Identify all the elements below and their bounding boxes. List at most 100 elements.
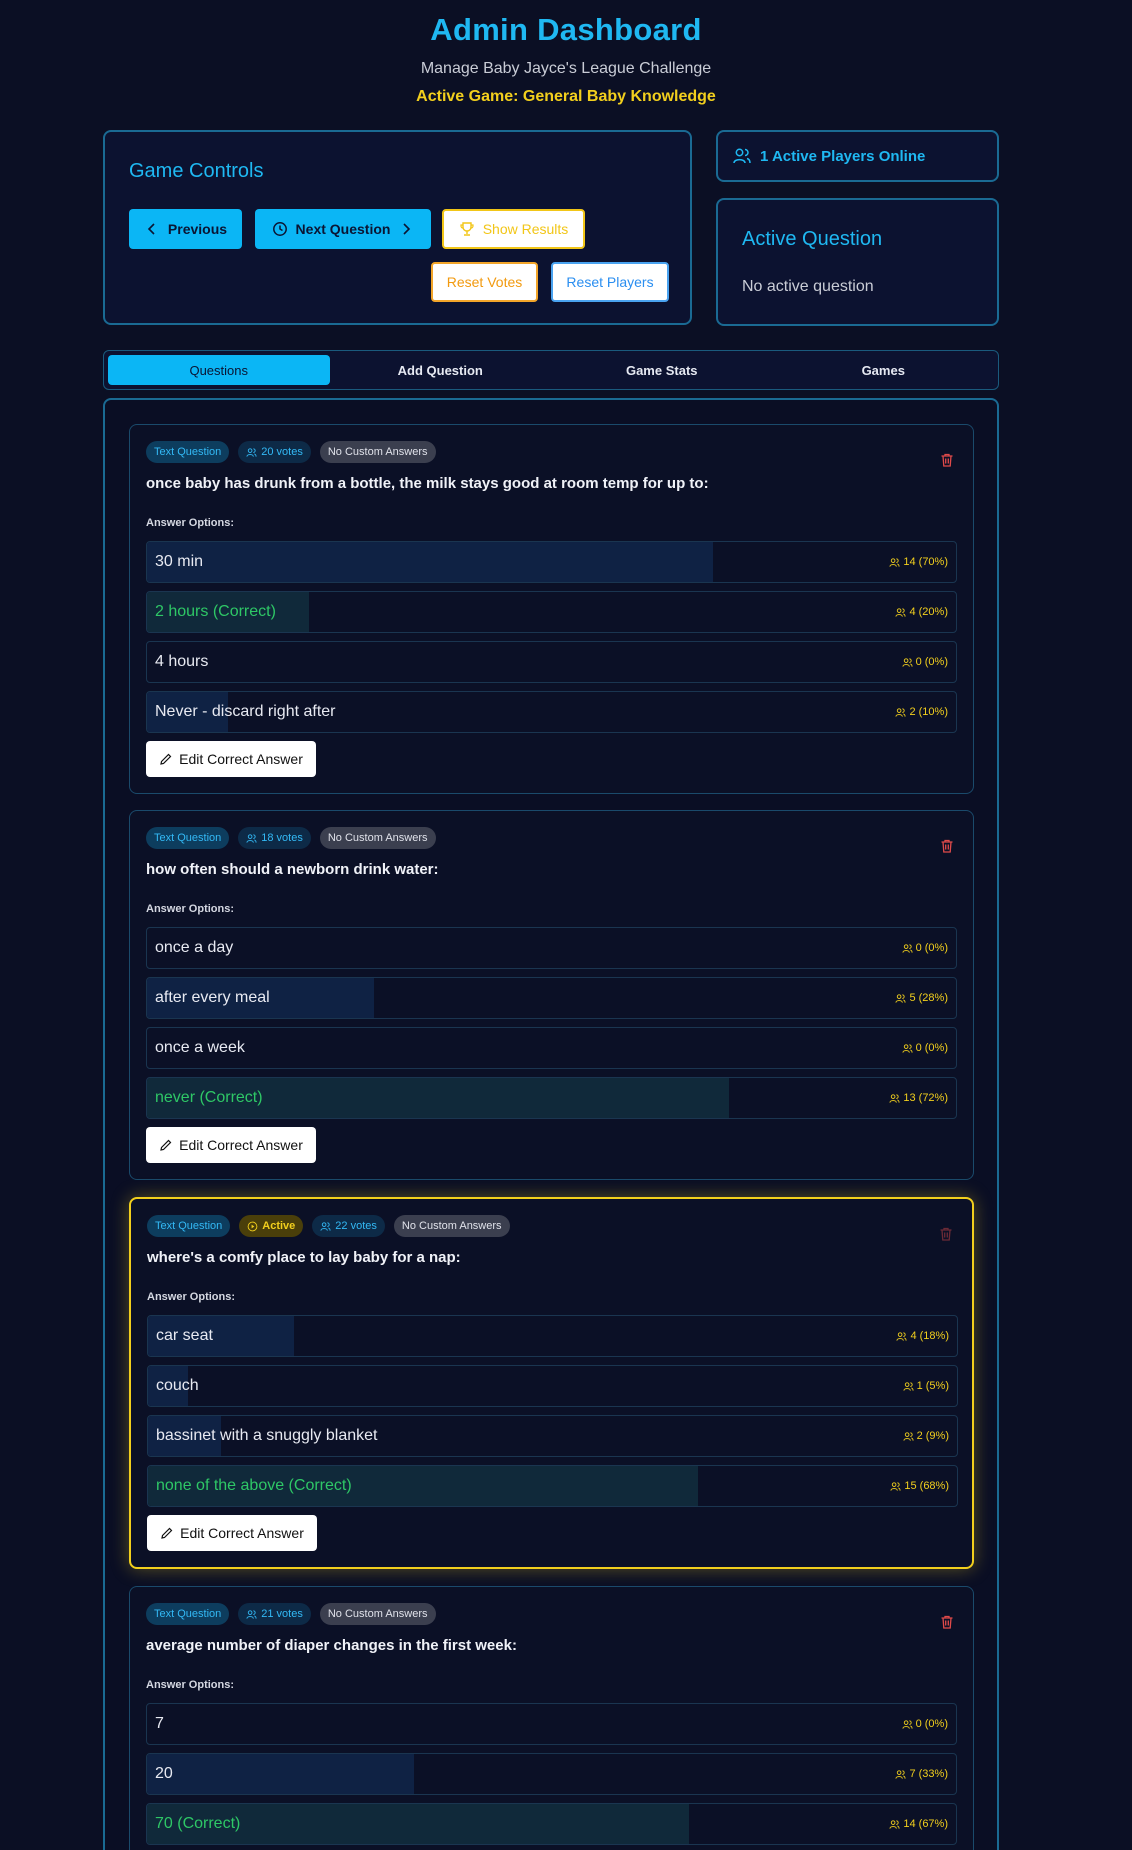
answer-option: once a week 0 (0%) [146, 1027, 957, 1069]
vote-count: 0 (0%) [902, 1704, 948, 1744]
edit-correct-answer-button[interactable]: Edit Correct Answer [146, 1127, 316, 1163]
game-controls-card: Game Controls Previous Next Question Sho… [103, 130, 692, 325]
answer-option-label: none of the above (Correct) [156, 1477, 352, 1494]
votes-count: 18 votes [261, 832, 303, 844]
answer-options-label: Answer Options: [147, 1291, 236, 1303]
answer-options-label: Answer Options: [146, 903, 235, 915]
users-icon [902, 1719, 913, 1729]
answer-option-label: 30 min [155, 553, 204, 570]
active-game-label: Active Game: General Baby Knowledge [416, 88, 716, 105]
vote-count-text: 2 (9%) [916, 1430, 949, 1442]
vote-count: 7 (33%) [895, 1754, 948, 1794]
users-icon [902, 943, 913, 953]
question-type-badge: Text Question [147, 1215, 231, 1237]
top-row: Game Controls Previous Next Question Sho… [103, 130, 999, 326]
tab-game-stats[interactable]: Game Stats [551, 355, 773, 385]
vote-count: 13 (72%) [889, 1078, 948, 1118]
previous-button[interactable]: Previous [129, 209, 242, 249]
question-badges: Text Question Active 22 votes No Custom … [147, 1215, 510, 1237]
trash-icon[interactable] [939, 838, 955, 854]
vote-count: 1 (5%) [903, 1366, 949, 1406]
votes-badge: 21 votes [238, 1603, 311, 1625]
users-icon [903, 1381, 914, 1391]
question-card-active: Text Question Active 22 votes No Custom … [129, 1197, 974, 1569]
chevron-left-icon [147, 223, 155, 235]
show-results-button[interactable]: Show Results [442, 209, 585, 249]
question-card: Text Question 18 votes No Custom Answers… [129, 810, 974, 1180]
trash-icon[interactable] [939, 1614, 955, 1630]
tab-add-question[interactable]: Add Question [330, 355, 552, 385]
edit-correct-answer-label: Edit Correct Answer [179, 1137, 303, 1153]
users-icon [896, 1331, 908, 1341]
pencil-icon [160, 753, 172, 765]
users-icon [890, 1481, 901, 1491]
tab-games[interactable]: Games [773, 355, 995, 385]
trophy-icon [460, 222, 474, 236]
question-type-badge: Text Question [146, 827, 230, 849]
question-badges: Text Question 18 votes No Custom Answers [146, 827, 436, 849]
answer-options: once a day 0 (0%) after every meal 5 (28%) o… [146, 927, 957, 1127]
users-icon [895, 1769, 907, 1779]
question-text: once baby has drunk from a bottle, the m… [146, 475, 709, 492]
active-question-text: No active question [742, 278, 874, 295]
answer-option-label: Never - discard right after [155, 703, 336, 720]
tab-bar: Questions Add Question Game Stats Games [103, 350, 999, 390]
questions-panel: Text Question 20 votes No Custom Answers… [103, 398, 999, 1850]
answer-option-label: 4 hours [155, 653, 209, 670]
vote-share-bar [147, 542, 714, 582]
active-question-card: Active Question No active question [716, 198, 999, 326]
active-question-title: Active Question [742, 228, 883, 250]
answer-options: car seat 4 (18%) couch 1 (5%) bassinet with … [147, 1315, 958, 1515]
active-badge: Active [239, 1215, 304, 1237]
answer-options-label: Answer Options: [146, 1679, 235, 1691]
show-results-label: Show Results [482, 221, 569, 237]
vote-count-text: 0 (0%) [915, 1042, 948, 1054]
custom-answers-badge: No Custom Answers [319, 827, 436, 849]
vote-count: 4 (18%) [896, 1316, 949, 1356]
answer-option: 7 0 (0%) [146, 1703, 957, 1745]
previous-button-label: Previous [167, 221, 228, 237]
answer-option: 2 hours (Correct) 4 (20%) [146, 591, 957, 633]
tab-questions[interactable]: Questions [108, 355, 330, 385]
answer-option: 70 (Correct) 14 (67%) [146, 1803, 957, 1845]
answer-option: after every meal 5 (28%) [146, 977, 957, 1019]
answer-option-label: 20 [155, 1765, 173, 1782]
vote-count-text: 5 (28%) [909, 992, 948, 1004]
answer-option-label: 70 (Correct) [155, 1815, 241, 1832]
vote-count: 15 (68%) [890, 1466, 949, 1506]
vote-count: 2 (10%) [895, 692, 948, 732]
vote-count-text: 0 (0%) [915, 942, 948, 954]
vote-count-text: 1 (5%) [916, 1380, 949, 1392]
question-badges: Text Question 21 votes No Custom Answers [146, 1603, 436, 1625]
answer-option-label: once a day [155, 939, 234, 956]
vote-count: 5 (28%) [895, 978, 948, 1018]
vote-count-text: 4 (18%) [910, 1330, 949, 1342]
answer-option-label: 2 hours (Correct) [155, 603, 276, 620]
users-icon [895, 607, 907, 617]
vote-count-text: 14 (70%) [903, 556, 948, 568]
next-question-label: Next Question [295, 221, 391, 237]
question-text: how often should a newborn drink water: [146, 861, 439, 878]
vote-count: 0 (0%) [902, 1028, 948, 1068]
play-circle-icon [247, 1221, 258, 1231]
vote-count-text: 0 (0%) [915, 1718, 948, 1730]
vote-count-text: 14 (67%) [903, 1818, 948, 1830]
trash-icon[interactable] [939, 452, 955, 468]
users-icon [895, 707, 907, 717]
pencil-icon [160, 1139, 172, 1151]
edit-correct-answer-label: Edit Correct Answer [180, 1525, 304, 1541]
question-text: where's a comfy place to lay baby for a … [147, 1249, 461, 1266]
reset-votes-button[interactable]: Reset Votes [431, 262, 538, 302]
answer-option: couch 1 (5%) [147, 1365, 958, 1407]
vote-share-bar [147, 1754, 414, 1794]
answer-option: 30 min 14 (70%) [146, 541, 957, 583]
trash-icon[interactable] [938, 1226, 954, 1242]
reset-players-button[interactable]: Reset Players [551, 262, 669, 302]
edit-correct-answer-button[interactable]: Edit Correct Answer [146, 741, 316, 777]
answer-option: Never - discard right after 2 (10%) [146, 691, 957, 733]
next-question-button[interactable]: Next Question [255, 209, 431, 249]
answer-option: once a day 0 (0%) [146, 927, 957, 969]
users-icon [733, 148, 751, 164]
edit-correct-answer-button[interactable]: Edit Correct Answer [147, 1515, 317, 1551]
active-players-label: 1 Active Players Online [760, 147, 926, 165]
